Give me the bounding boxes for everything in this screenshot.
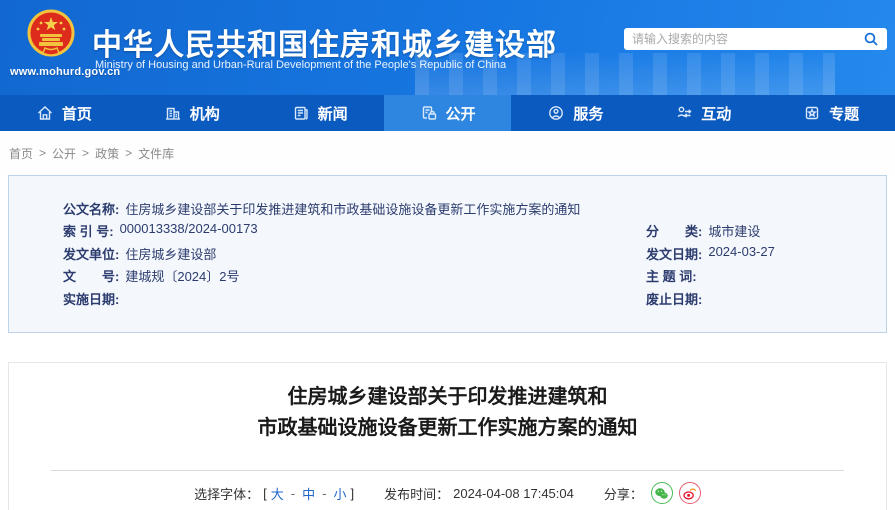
bracket-open: [ (263, 486, 267, 501)
doc-meta-card: 公文名称: 住房城乡建设部关于印发推进建筑和市政基础设施设备更新工作实施方案的通… (8, 175, 887, 333)
site-header: www.mohurd.gov.cn 中华人民共和国住房和城乡建设部 Minist… (0, 0, 895, 95)
nav-item-news[interactable]: 新闻 (256, 95, 384, 131)
doc-number-value: 建城规〔2024〕2号 (125, 266, 239, 285)
organization-icon (164, 104, 182, 122)
index-number-value: 000013338/2024-00173 (120, 221, 258, 240)
share-weibo-button[interactable] (679, 482, 701, 504)
meta-row: 发文单位: 住房城乡建设部 发文日期: 2024-03-27 (63, 242, 886, 265)
article-card: 住房城乡建设部关于印发推进建筑和 市政基础设施设备更新工作实施方案的通知 选择字… (8, 362, 887, 510)
service-person-icon (547, 104, 565, 122)
font-size-separator: - (319, 486, 329, 501)
font-size-small-button[interactable]: 小 (333, 484, 346, 503)
nav-item-disclosure[interactable]: 公开 (384, 95, 512, 131)
main-nav: 首页 机构 新闻 公开 服务 互 (0, 95, 895, 131)
national-emblem-logo (27, 9, 75, 66)
search-input[interactable] (632, 32, 863, 46)
nav-label: 互动 (701, 103, 731, 124)
share-icons (651, 482, 701, 504)
breadcrumb-home[interactable]: 首页 (9, 145, 33, 162)
nav-label: 机构 (190, 103, 220, 124)
breadcrumb-disclosure[interactable]: 公开 (52, 145, 76, 162)
breadcrumb-current: 文件库 (138, 145, 174, 162)
abolition-date-label: 废止日期: (646, 289, 702, 308)
breadcrumb-separator: > (82, 146, 89, 160)
nav-item-topics[interactable]: 专题 (767, 95, 895, 131)
nav-item-interaction[interactable]: 互动 (639, 95, 767, 131)
news-icon (292, 104, 310, 122)
topics-star-icon (803, 104, 821, 122)
doc-name-value: 住房城乡建设部关于印发推进建筑和市政基础设施设备更新工作实施方案的通知 (125, 199, 580, 218)
publish-time-value: 2024-04-08 17:45:04 (453, 486, 574, 501)
title-divider (51, 470, 844, 471)
meta-row: 索 引 号: 000013338/2024-00173 分 类: 城市建设 (63, 220, 886, 243)
nav-label: 专题 (829, 103, 859, 124)
article-title-line1: 住房城乡建设部关于印发推进建筑和 (9, 382, 886, 413)
index-number-label: 索 引 号: (63, 221, 114, 240)
subject-words-label: 主 题 词: (646, 266, 697, 285)
category-value: 城市建设 (708, 221, 760, 240)
disclosure-lock-icon (420, 104, 438, 122)
share-wechat-button[interactable] (651, 482, 673, 504)
home-icon (36, 104, 54, 122)
doc-name-label: 公文名称: (63, 199, 119, 218)
font-size-separator: - (288, 486, 298, 501)
meta-row-doc-name: 公文名称: 住房城乡建设部关于印发推进建筑和市政基础设施设备更新工作实施方案的通… (63, 197, 886, 220)
nav-label: 首页 (62, 103, 92, 124)
nav-item-organization[interactable]: 机构 (128, 95, 256, 131)
font-size-large-button[interactable]: 大 (271, 484, 284, 503)
site-title: 中华人民共和国住房和城乡建设部 (92, 20, 557, 64)
issuing-unit-label: 发文单位: (63, 244, 119, 263)
breadcrumb-separator: > (125, 146, 132, 160)
breadcrumb-policy[interactable]: 政策 (95, 145, 119, 162)
implementation-date-label: 实施日期: (63, 289, 119, 308)
breadcrumb: 首页 > 公开 > 政策 > 文件库 (0, 131, 895, 175)
share-label: 分享： (604, 484, 643, 503)
issuing-unit-value: 住房城乡建设部 (125, 244, 216, 263)
nav-label: 服务 (573, 103, 603, 124)
publish-time-label: 发布时间： (384, 484, 449, 503)
nav-item-home[interactable]: 首页 (0, 95, 128, 131)
interaction-icon (675, 104, 693, 122)
nav-label: 公开 (446, 103, 476, 124)
doc-number-label: 文 号: (63, 266, 119, 285)
meta-row: 实施日期: 废止日期: (63, 287, 886, 310)
meta-row: 文 号: 建城规〔2024〕2号 主 题 词: (63, 265, 886, 288)
article-title: 住房城乡建设部关于印发推进建筑和 市政基础设施设备更新工作实施方案的通知 (9, 382, 886, 444)
nav-item-services[interactable]: 服务 (511, 95, 639, 131)
issue-date-value: 2024-03-27 (708, 244, 775, 263)
breadcrumb-separator: > (39, 146, 46, 160)
bracket-close: ] (351, 486, 355, 501)
weibo-icon (682, 486, 697, 501)
category-label: 分 类: (646, 221, 702, 240)
article-title-line2: 市政基础设施设备更新工作实施方案的通知 (9, 413, 886, 444)
search-icon[interactable] (863, 31, 879, 47)
site-subtitle: Ministry of Housing and Urban-Rural Deve… (95, 59, 506, 71)
font-size-label: 选择字体： (194, 484, 259, 503)
font-size-medium-button[interactable]: 中 (302, 484, 315, 503)
article-meta-bar: 选择字体： [ 大 - 中 - 小 ] 发布时间： 2024-04-08 17:… (9, 482, 886, 504)
issue-date-label: 发文日期: (646, 244, 702, 263)
nav-label: 新闻 (318, 103, 348, 124)
wechat-icon (654, 486, 669, 501)
search-box[interactable] (624, 28, 887, 50)
